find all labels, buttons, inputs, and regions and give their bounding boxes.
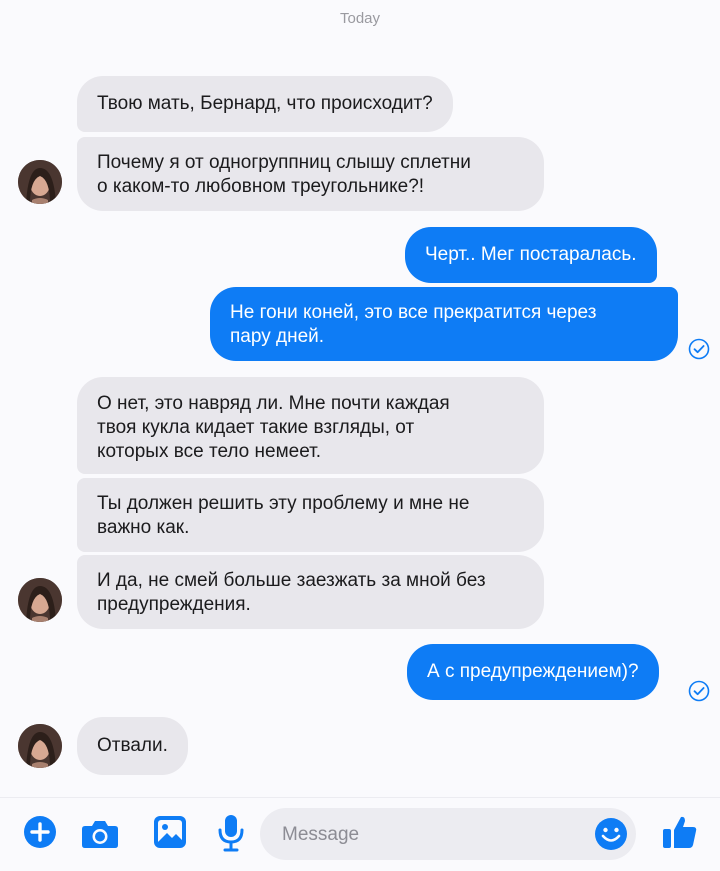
message-field[interactable]	[260, 808, 636, 862]
message-input[interactable]	[280, 808, 584, 862]
incoming-message[interactable]: О нет, это навряд ли. Мне почти каждая т…	[77, 377, 544, 474]
incoming-message[interactable]: Почему я от одногруппниц слышу сплетни о…	[77, 137, 544, 211]
date-label: Today	[339, 10, 381, 27]
image-icon[interactable]	[153, 815, 187, 849]
contact-avatar[interactable]	[18, 724, 62, 768]
contact-avatar[interactable]	[18, 578, 62, 622]
avatar-photo	[18, 724, 62, 768]
incoming-message[interactable]: Твою мать, Бернард, что происходит?	[77, 76, 453, 132]
emoji-icon[interactable]	[594, 817, 628, 851]
outgoing-message[interactable]: Черт.. Мег постаралась.	[405, 227, 657, 283]
incoming-message[interactable]: Ты должен решить эту проблему и мне не в…	[77, 478, 544, 552]
outgoing-message[interactable]: Не гони коней, это все прекратится через…	[210, 287, 678, 361]
read-receipt-icon	[688, 680, 710, 702]
avatar-photo	[18, 578, 62, 622]
outgoing-message[interactable]: А с предупреждением)?	[407, 644, 659, 700]
avatar-photo	[18, 160, 62, 204]
thumbs-up-icon[interactable]	[662, 814, 698, 850]
incoming-message[interactable]: Отвали.	[77, 717, 188, 775]
camera-icon[interactable]	[81, 818, 119, 850]
microphone-icon[interactable]	[216, 814, 246, 852]
read-receipt-icon	[688, 338, 710, 360]
plus-icon[interactable]	[23, 815, 57, 849]
incoming-message[interactable]: И да, не смей больше заезжать за мной бе…	[77, 555, 544, 629]
contact-avatar[interactable]	[18, 160, 62, 204]
